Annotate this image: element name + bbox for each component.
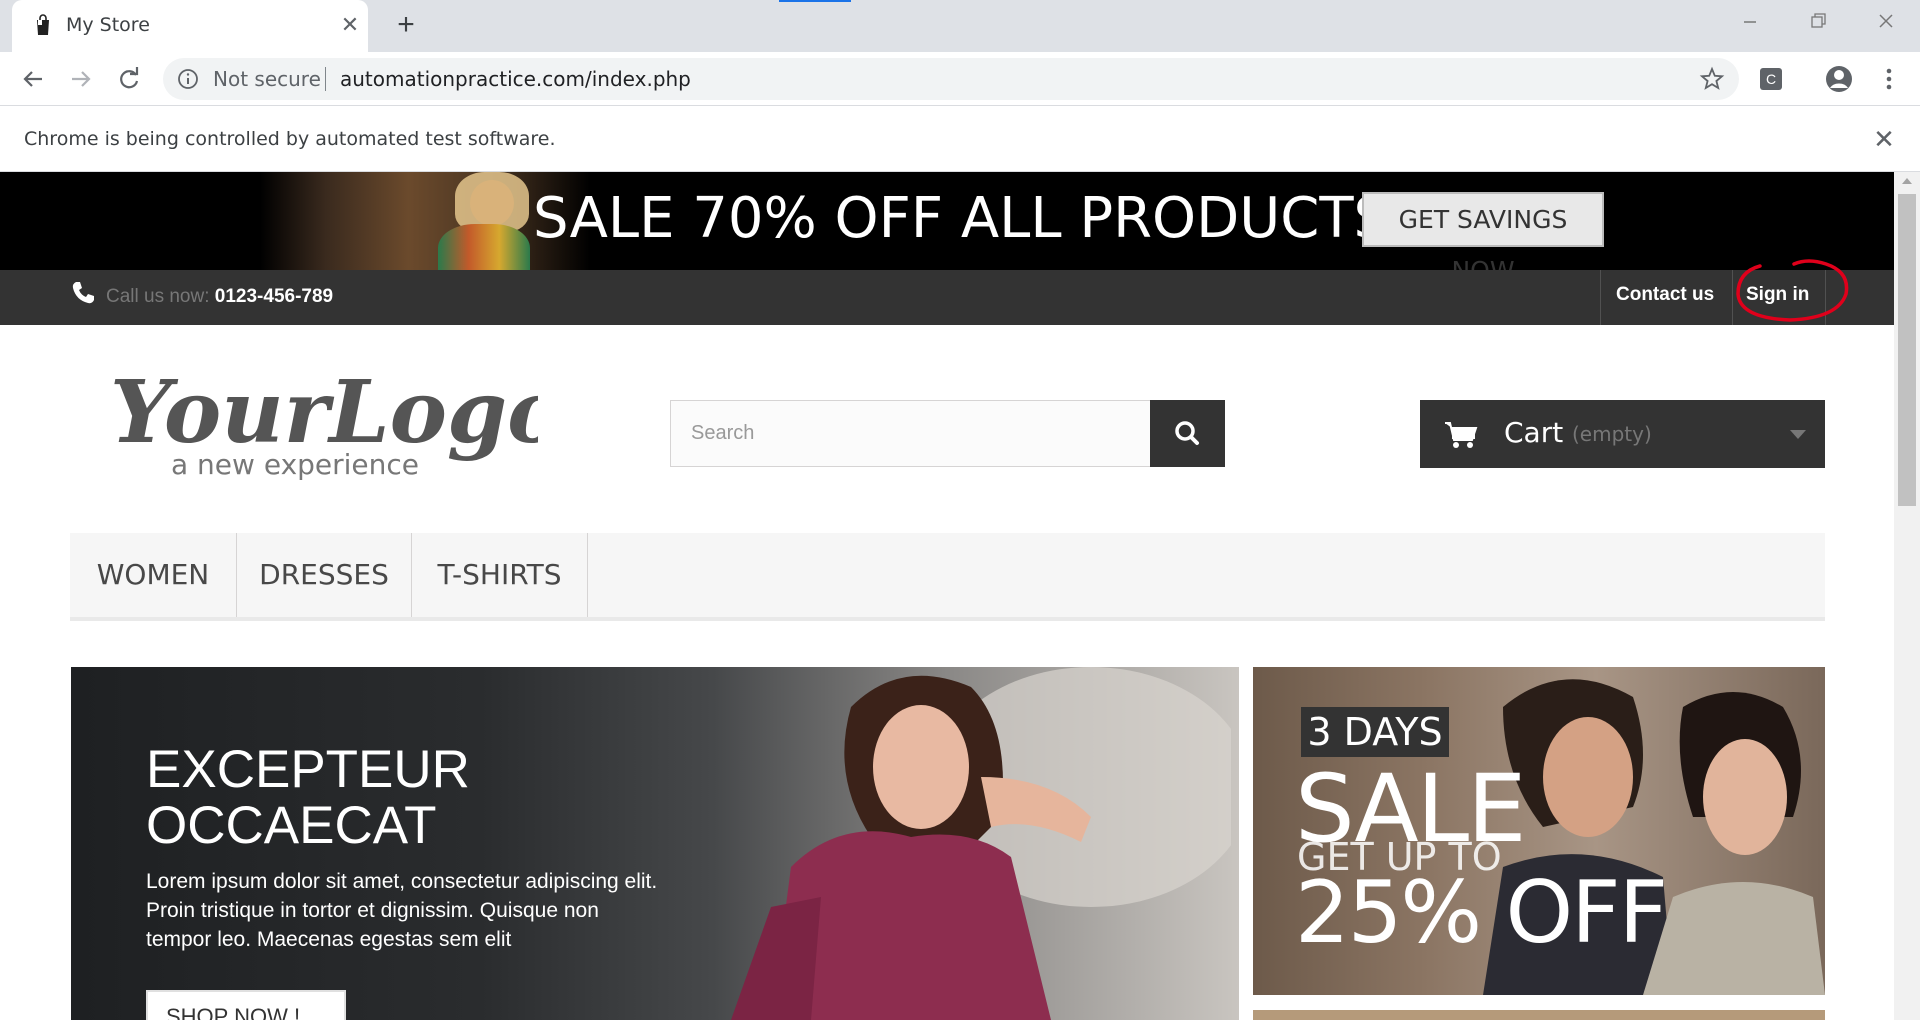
forward-arrow-icon[interactable] <box>66 64 96 94</box>
browser-tabstrip: My Store ✕ + <box>0 0 1920 52</box>
search-icon <box>1175 421 1199 445</box>
header-nav: Call us now: 0123-456-789 Contact us Sig… <box>0 270 1894 325</box>
slider-title-line2: OCCAECAT <box>146 796 437 855</box>
address-divider <box>325 67 326 91</box>
cart-icon <box>1445 422 1478 448</box>
search-button[interactable] <box>1150 400 1225 467</box>
logo-tagline: a new experience <box>171 448 419 481</box>
info-icon[interactable] <box>177 68 199 90</box>
cart-button[interactable]: Cart (empty) <box>1420 400 1825 468</box>
menu-item-women[interactable]: WOMEN <box>70 533 237 617</box>
nav-divider <box>1600 270 1601 325</box>
back-arrow-icon[interactable] <box>18 64 48 94</box>
phone-number: 0123-456-789 <box>214 286 334 307</box>
bookmark-star-icon[interactable] <box>1699 66 1725 92</box>
store-bag-icon <box>37 14 49 35</box>
scroll-thumb[interactable] <box>1898 194 1916 506</box>
browser-menu-icon[interactable] <box>1878 66 1900 92</box>
tab-close-icon[interactable]: ✕ <box>337 12 363 38</box>
address-bar[interactable]: Not secure automationpractice.com/index.… <box>163 58 1739 100</box>
promo-headline: SALE 70% OFF ALL PRODUCTS <box>533 186 1390 251</box>
restore-icon[interactable] <box>1798 8 1838 36</box>
second-side-banner[interactable] <box>1253 1010 1825 1020</box>
search-input[interactable]: Search <box>670 400 1151 467</box>
promo-banner[interactable]: SALE 70% OFF ALL PRODUCTS GET SAVINGS NO… <box>0 172 1894 270</box>
cart-status: (empty) <box>1572 422 1652 446</box>
profile-avatar-icon[interactable] <box>1824 64 1854 94</box>
call-us-text: Call us now: 0123-456-789 <box>106 286 333 308</box>
security-label[interactable]: Not secure <box>213 67 321 91</box>
loading-indicator <box>779 0 851 2</box>
sign-in-annotation-circle <box>1736 259 1849 322</box>
extension-icon[interactable]: C <box>1760 68 1782 90</box>
automation-infobar: Chrome is being controlled by automated … <box>0 107 1920 172</box>
minimize-icon[interactable] <box>1730 8 1770 36</box>
cart-dropdown-caret-icon[interactable] <box>1790 430 1806 439</box>
tab-title: My Store <box>66 14 150 36</box>
banner-days-label: 3 DAYS <box>1301 707 1449 757</box>
promo-model-face <box>470 180 514 226</box>
slider-model-image <box>731 667 1231 1020</box>
scroll-up-arrow-icon[interactable] <box>1902 178 1912 184</box>
window-close-icon[interactable] <box>1866 8 1906 36</box>
category-menu: WOMEN DRESSES T-SHIRTS <box>70 533 1825 621</box>
infobar-close-icon[interactable]: ✕ <box>1870 125 1898 153</box>
menu-item-tshirts[interactable]: T-SHIRTS <box>412 533 588 617</box>
browser-toolbar: Not secure automationpractice.com/index.… <box>0 52 1920 106</box>
promo-model-dress <box>438 224 530 270</box>
url-text[interactable]: automationpractice.com/index.php <box>340 67 691 91</box>
reload-icon[interactable] <box>114 64 144 94</box>
shop-now-button[interactable]: SHOP NOW ! <box>146 990 346 1020</box>
homepage-slider[interactable]: EXCEPTEUR OCCAECAT Lorem ipsum dolor sit … <box>71 667 1239 1020</box>
call-us-label: Call us now: <box>106 286 210 307</box>
browser-tab[interactable]: My Store ✕ <box>12 0 368 52</box>
slider-description: Lorem ipsum dolor sit amet, consectetur … <box>146 870 658 951</box>
get-savings-button[interactable]: GET SAVINGS NOW <box>1362 192 1604 270</box>
phone-icon <box>72 282 94 304</box>
slider-title-line1: EXCEPTEUR <box>146 740 470 799</box>
menu-item-dresses[interactable]: DRESSES <box>237 533 412 617</box>
site-logo[interactable]: YourLogo a new experience <box>108 362 538 482</box>
infobar-text: Chrome is being controlled by automated … <box>24 128 556 150</box>
sale-side-banner[interactable]: 3 DAYS SALE GET UP TO 25% OFF <box>1253 667 1825 995</box>
cart-label: Cart <box>1504 416 1564 449</box>
new-tab-button[interactable]: + <box>390 10 422 42</box>
page-scrollbar[interactable] <box>1894 172 1920 1020</box>
banner-discount-text: 25% OFF <box>1295 863 1668 963</box>
slider-title: EXCEPTEUR OCCAECAT <box>146 742 470 854</box>
contact-us-link[interactable]: Contact us <box>1616 284 1714 306</box>
